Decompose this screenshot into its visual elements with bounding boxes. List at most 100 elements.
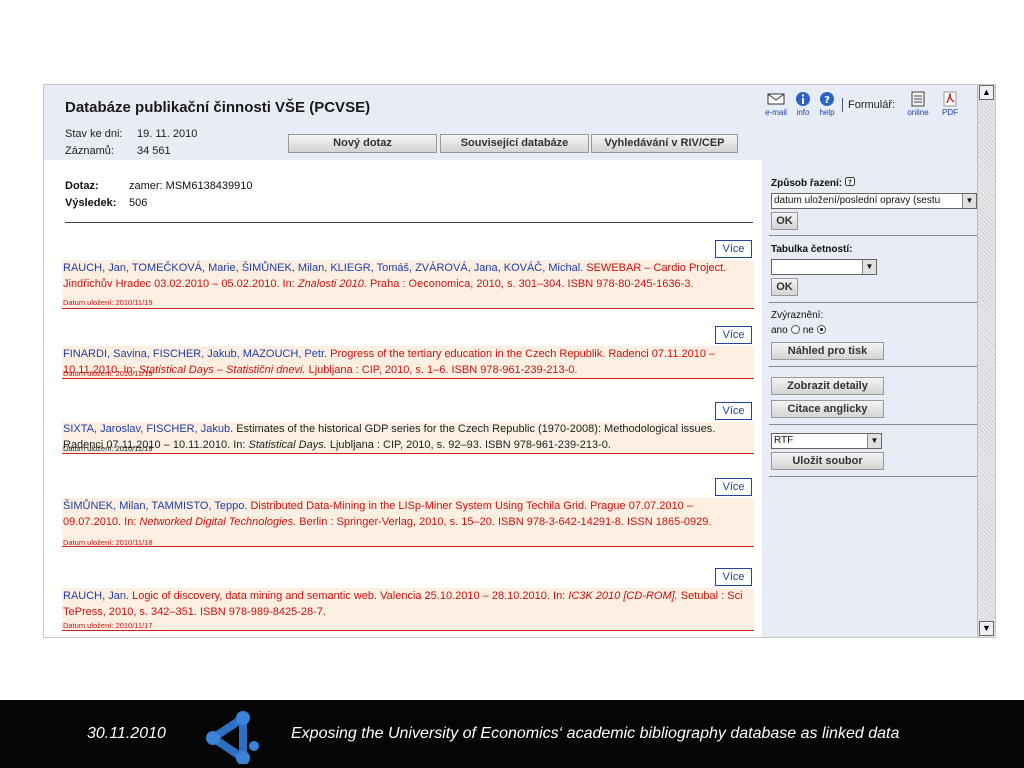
divider (769, 366, 977, 367)
help-icon: ? (820, 92, 834, 106)
slide: Databáze publikační činnosti VŠE (PCVSE)… (0, 0, 1024, 768)
records-value: 34 561 (137, 145, 171, 157)
record-date: Datum uložení: 2010/11/17 (63, 621, 153, 630)
as-of-value: 19. 11. 2010 (137, 128, 198, 140)
record-citation[interactable]: RAUCH, Jan. Logic of discovery, data min… (63, 589, 753, 620)
envelope-icon (767, 93, 785, 105)
footer-date: 30.11.2010 (87, 725, 166, 742)
record-authors: RAUCH, Jan. (63, 590, 130, 602)
record-count: Záznamů: 34 561 (65, 145, 171, 157)
svg-text:?: ? (824, 95, 830, 106)
help-icon[interactable]: ? (844, 177, 855, 187)
help-link[interactable]: ? help (816, 91, 838, 117)
header: Databáze publikační činnosti VŠE (PCVSE)… (44, 85, 762, 160)
highlight-no-radio[interactable] (816, 325, 826, 334)
as-of-date: Stav ke dni: 19. 11. 2010 (65, 128, 197, 140)
record-date: Datum uložení: 2010/11/18 (63, 538, 153, 547)
divider (769, 424, 977, 425)
record-citation[interactable]: SIXTA, Jaroslav, FISCHER, Jakub. Estimat… (63, 422, 753, 453)
no-label: ne (802, 325, 814, 336)
query-value: zamer: MSM6138439910 (129, 180, 253, 192)
new-query-button[interactable]: Nový dotaz (288, 134, 437, 153)
form-icon (911, 91, 925, 107)
divider (65, 222, 753, 223)
vertical-scrollbar[interactable]: ▲ ▼ (977, 85, 995, 637)
result-label: Výsledek: (65, 197, 117, 209)
online-form-link[interactable]: online (904, 91, 932, 117)
records-label: Záznamů: (65, 145, 114, 157)
record-text: Praha : Oeconomica, 2010, s. 301–304. IS… (366, 277, 694, 290)
list-item: Více ŠIMŮNEK, Milan, TAMMISTO, Teppo. Di… (62, 478, 754, 547)
sort-value: datum uložení/poslední opravy (sestu (774, 195, 941, 206)
pdf-label: PDF (942, 108, 958, 117)
highlight-label: Zvýraznění: (771, 310, 824, 321)
save-file-button[interactable]: Uložit soubor (771, 452, 884, 470)
svg-text:?: ? (848, 179, 852, 187)
record-text: Ljubljana : CIP, 2010, s. 1–6. ISBN 978-… (305, 363, 578, 376)
more-button[interactable]: Více (715, 326, 752, 344)
result-value: 506 (129, 197, 148, 209)
sort-label: Způsob řazení: ? (771, 177, 855, 189)
record-citation[interactable]: ŠIMŮNEK, Milan, TAMMISTO, Teppo. Distrib… (63, 499, 753, 530)
info-icon (796, 92, 810, 106)
record-date: Datum uložení: 2010/11/19 (63, 298, 153, 307)
pdf-form-link[interactable]: PDF (938, 91, 962, 117)
browser-window: Databáze publikační činnosti VŠE (PCVSE)… (43, 84, 996, 638)
online-label: online (907, 108, 929, 117)
freq-table-select[interactable]: ▼ (771, 259, 877, 275)
format-value: RTF (774, 435, 794, 446)
record-authors: FINARDI, Savina, FISCHER, Jakub, MAZOUCH… (63, 348, 328, 360)
info-link[interactable]: info (792, 91, 814, 117)
show-details-button[interactable]: Zobrazit detaily (771, 377, 884, 395)
chevron-down-icon: ▼ (862, 260, 876, 274)
query-label: Dotaz: (65, 180, 99, 192)
record-citation[interactable]: FINARDI, Savina, FISCHER, Jakub, MAZOUCH… (63, 347, 753, 378)
freq-ok-button[interactable]: OK (771, 278, 798, 296)
sidebar: Způsob řazení: ? datum uložení/poslední … (762, 160, 977, 637)
more-button[interactable]: Více (715, 240, 752, 258)
pdf-icon (943, 91, 957, 107)
sort-ok-button[interactable]: OK (771, 212, 798, 230)
record-source: IC3K 2010 [CD-ROM]. (568, 590, 678, 602)
email-link[interactable]: e-mail (762, 91, 790, 117)
yes-label: ano (771, 325, 788, 336)
email-label: e-mail (765, 108, 787, 117)
riv-search-button[interactable]: Vyhledávání v RIV/CEP (591, 134, 738, 153)
record-citation[interactable]: RAUCH, Jan, TOMEČKOVÁ, Marie, ŠIMŮNEK, M… (63, 261, 753, 292)
divider (769, 235, 977, 236)
record-text: Berlin : Springer-Verlag, 2010, s. 15–20… (296, 515, 712, 528)
divider (769, 476, 977, 477)
freq-table-label: Tabulka četností: (771, 244, 853, 255)
form-label: Formulář: (848, 99, 896, 111)
slide-footer: 30.11.2010 Exposing the University of Ec… (0, 700, 1024, 768)
query-summary: Dotaz: zamer: MSM6138439910 Výsledek: 506 (65, 180, 253, 214)
more-button[interactable]: Více (715, 478, 752, 496)
as-of-label: Stav ke dni: (65, 128, 123, 140)
help-label: help (819, 108, 835, 117)
more-button[interactable]: Více (715, 402, 752, 420)
scroll-down-icon[interactable]: ▼ (979, 621, 994, 636)
record-text: Logic of discovery, data mining and sema… (129, 590, 569, 602)
list-item: Více SIXTA, Jaroslav, FISCHER, Jakub. Es… (62, 402, 754, 454)
info-label: info (796, 108, 810, 117)
result-row: Výsledek: 506 (65, 197, 253, 214)
record-authors: SIXTA, Jaroslav, FISCHER, Jakub. (63, 423, 234, 435)
more-button[interactable]: Více (715, 568, 752, 586)
query-row: Dotaz: zamer: MSM6138439910 (65, 180, 253, 197)
export-format-select[interactable]: RTF ▼ (771, 433, 882, 449)
record-source: Statistical Days. (248, 438, 327, 451)
record-date: Datum uložení: 2010/11/19 (63, 369, 153, 378)
print-preview-button[interactable]: Náhled pro tisk (771, 342, 884, 360)
list-item: Více FINARDI, Savina, FISCHER, Jakub, MA… (62, 326, 754, 379)
record-source: Statistical Days – Statistični dnevi. (138, 363, 306, 376)
scroll-up-icon[interactable]: ▲ (979, 85, 994, 100)
record-authors: RAUCH, Jan, TOMEČKOVÁ, Marie, ŠIMŮNEK, M… (63, 262, 584, 274)
related-databases-button[interactable]: Související databáze (440, 134, 589, 153)
sort-select[interactable]: datum uložení/poslední opravy (sestu ▼ (771, 193, 977, 209)
record-text: Ljubljana : CIP, 2010, s. 92–93. ISBN 97… (326, 438, 611, 451)
cite-english-button[interactable]: Citace anglicky (771, 400, 884, 418)
results-panel: Dotaz: zamer: MSM6138439910 Výsledek: 506 … (44, 160, 762, 637)
record-source: Znalosti 2010. (297, 277, 367, 290)
highlight-yes-radio[interactable] (790, 325, 800, 334)
footer-title: Exposing the University of Economics‘ ac… (291, 725, 900, 742)
